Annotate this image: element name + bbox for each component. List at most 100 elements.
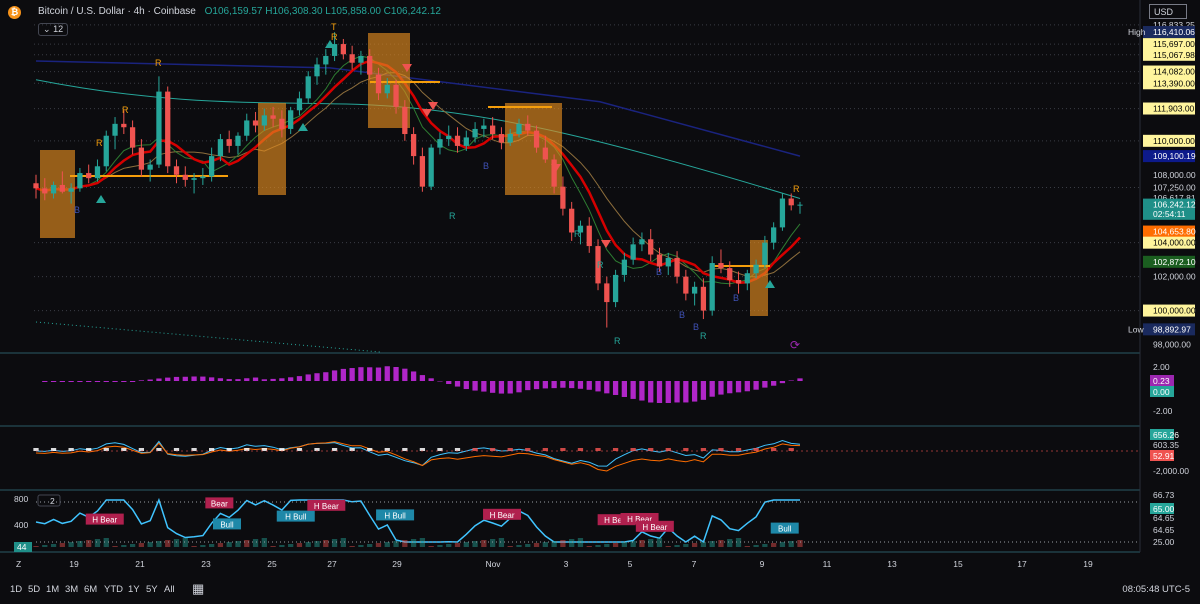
- range-all[interactable]: All: [164, 584, 175, 595]
- candle-body: [648, 239, 654, 255]
- volume-bar: [753, 545, 759, 547]
- calendar-icon[interactable]: ▦: [192, 581, 204, 597]
- rsi-tick: 64.65: [1153, 525, 1175, 535]
- volume-badge-value: 44: [17, 542, 27, 552]
- chart-svg[interactable]: RRRRTRBBBBBRRRRRB116,833.25115,697.00115…: [0, 0, 1200, 576]
- candle-body: [788, 198, 794, 206]
- macd-bar: [718, 381, 724, 395]
- candle-body: [419, 156, 426, 187]
- candle-body: [797, 204, 803, 206]
- macd-bar: [577, 381, 584, 389]
- candle-body: [156, 91, 162, 165]
- range-1d[interactable]: 1D: [10, 584, 22, 595]
- candle-body: [103, 135, 109, 167]
- signal-label: R: [700, 331, 707, 341]
- rsi-value: 65.00: [1153, 504, 1175, 514]
- rsi-tick: 64.65: [1153, 513, 1175, 523]
- macd-bar: [586, 381, 592, 390]
- y-tick-label: 107,250.00: [1153, 183, 1196, 193]
- volume-bar: [586, 546, 592, 547]
- macd-bar: [191, 376, 197, 381]
- volume-bar: [428, 546, 434, 547]
- volume-bar: [621, 542, 628, 547]
- macd-bar: [727, 381, 733, 394]
- candle-body: [560, 186, 566, 209]
- candle-body: [94, 166, 101, 179]
- candle-body: [691, 286, 698, 294]
- candle-body: [551, 159, 557, 187]
- volume-bar: [323, 540, 329, 547]
- volume-bar: [700, 542, 707, 547]
- x-tick-label: 19: [1083, 559, 1093, 569]
- volume-bar: [42, 545, 48, 547]
- sell-triangle: [428, 102, 438, 110]
- volume-bar: [639, 540, 645, 547]
- candle-body: [173, 166, 180, 175]
- macd-bar: [771, 381, 777, 386]
- candle-body: [138, 147, 145, 170]
- volume-bar: [691, 543, 698, 547]
- range-5d[interactable]: 5D: [28, 584, 40, 595]
- range-1m[interactable]: 1M: [46, 584, 59, 595]
- candle-body: [700, 286, 707, 311]
- volume-bar: [665, 546, 671, 547]
- macd-bar: [446, 381, 452, 385]
- macd-bar: [507, 381, 513, 394]
- candle-body: [753, 264, 759, 274]
- x-tick-label: 27: [327, 559, 337, 569]
- macd-bar: [533, 381, 540, 390]
- tv-logo-icon: Z: [16, 559, 21, 569]
- candle-body: [683, 276, 689, 294]
- candle-body: [463, 137, 469, 146]
- volume-bar: [762, 544, 768, 547]
- range-ytd[interactable]: YTD: [104, 584, 123, 595]
- volume-bar: [182, 538, 188, 547]
- candle-body: [86, 173, 92, 179]
- chart-area[interactable]: ₿ Bitcoin / U.S. Dollar · 4h · Coinbase …: [0, 0, 1200, 604]
- candle-body: [314, 64, 320, 77]
- range-1y[interactable]: 1Y: [128, 584, 140, 595]
- candle-body: [516, 123, 522, 135]
- macd-bar: [612, 381, 619, 395]
- candle-body: [718, 263, 724, 269]
- volume-bar: [674, 545, 680, 547]
- x-tick-label: Nov: [485, 559, 501, 569]
- candle-body: [612, 274, 619, 303]
- macd-bar: [200, 376, 206, 381]
- rsi-collapse-button: [37, 494, 61, 507]
- macd-bar: [129, 381, 136, 382]
- volume-bar: [147, 542, 153, 547]
- bull-label-text: H Bull: [384, 511, 406, 520]
- macd-bar: [779, 381, 786, 384]
- candle-body: [428, 147, 434, 187]
- macd-bar: [235, 379, 241, 381]
- ind2-value3: 52.91: [1153, 451, 1175, 461]
- candle-body: [630, 244, 636, 260]
- candle-body: [129, 127, 136, 148]
- x-tick-label: 3: [564, 559, 569, 569]
- macd-bar: [402, 368, 408, 381]
- dotted-trend-line: [35, 321, 381, 353]
- candle-body: [586, 225, 592, 247]
- macd-bar: [569, 381, 575, 389]
- macd-bar: [542, 381, 548, 389]
- signal-label: R: [793, 184, 800, 194]
- signal-label: B: [733, 293, 739, 303]
- range-3m[interactable]: 3M: [65, 584, 78, 595]
- x-tick-label: 11: [823, 559, 832, 569]
- volume-bar: [279, 545, 285, 547]
- bear-label-text: H Bear: [490, 511, 515, 520]
- range-5y[interactable]: 5Y: [146, 584, 158, 595]
- price-label-tag: Low: [1128, 324, 1144, 334]
- volume-bar: [129, 544, 136, 547]
- price-label-value: 104,653.80: [1153, 227, 1196, 237]
- range-6m[interactable]: 6M: [84, 584, 97, 595]
- macd-bar: [762, 381, 768, 388]
- rsi-tick: 66.73: [1153, 490, 1175, 500]
- candle-body: [358, 55, 364, 63]
- candle-body: [77, 173, 83, 189]
- candle-body: [50, 184, 57, 194]
- macd-bar: [156, 378, 162, 381]
- volume-bar: [630, 541, 636, 547]
- candle-body: [200, 176, 206, 179]
